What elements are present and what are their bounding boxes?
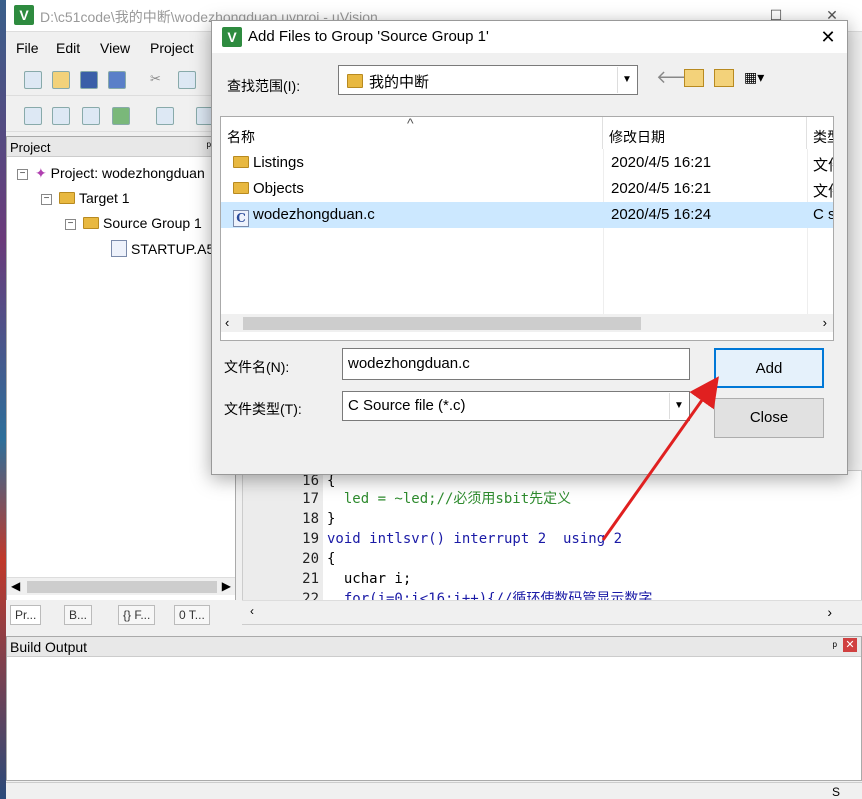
uvision-app: V D:\c51code\我的中断\wodezhongduan.uvproj -…: [0, 0, 862, 799]
annotation-arrow: [601, 376, 719, 541]
